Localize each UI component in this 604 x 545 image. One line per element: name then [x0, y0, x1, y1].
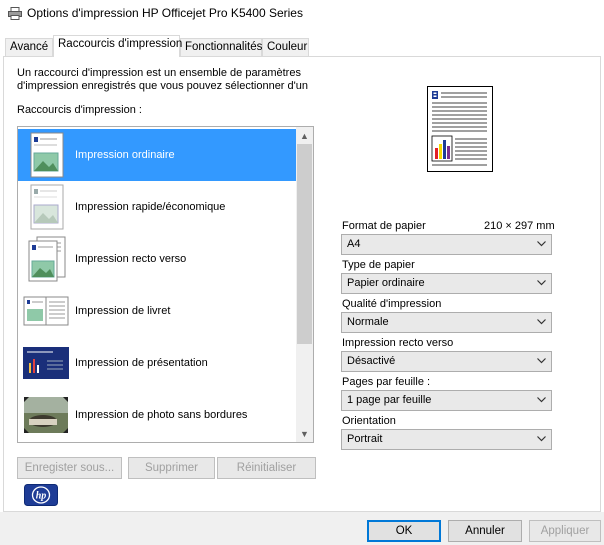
print-quality-select[interactable]: Normale: [341, 312, 552, 333]
list-item-borderless-photo-print[interactable]: Impression de photo sans bordures: [18, 389, 296, 441]
apply-button[interactable]: Appliquer: [529, 520, 601, 542]
pages-per-sheet-select[interactable]: 1 page par feuille: [341, 390, 552, 411]
list-item-booklet-print[interactable]: Impression de livret: [18, 285, 296, 337]
document-image-icon: [30, 184, 64, 230]
tab-advanced[interactable]: Avancé: [5, 38, 53, 57]
shortcuts-list[interactable]: Impression ordinaire Impression rapide/é…: [17, 126, 314, 443]
presentation-icon: [23, 347, 69, 379]
orientation-label: Orientation: [342, 415, 396, 427]
list-item-fast-economical-print[interactable]: Impression rapide/économique: [18, 181, 296, 233]
tab-features[interactable]: Fonctionnalités: [180, 38, 262, 57]
pages-per-sheet-label: Pages par feuille :: [342, 376, 431, 388]
paper-type-select[interactable]: Papier ordinaire: [341, 273, 552, 294]
list-item-label: Impression rapide/économique: [75, 201, 226, 213]
list-item-label: Impression de livret: [75, 305, 171, 317]
chevron-down-icon: [537, 241, 546, 247]
paper-dimensions: 210 × 297 mm: [484, 220, 555, 232]
pages-per-sheet-value: 1 page par feuille: [347, 394, 432, 406]
ok-button[interactable]: OK: [367, 520, 441, 542]
duplex-label: Impression recto verso: [342, 337, 454, 349]
list-item-label: Impression de présentation: [75, 357, 208, 369]
chevron-down-icon: [537, 397, 546, 403]
save-as-button[interactable]: Enregister sous...: [17, 457, 122, 479]
list-scrollbar[interactable]: ▲ ▼: [296, 127, 313, 442]
paper-size-value: A4: [347, 238, 361, 250]
tab-print-shortcuts[interactable]: Raccourcis d'impression: [53, 35, 182, 57]
delete-button[interactable]: Supprimer: [128, 457, 215, 479]
list-item-ordinary-print[interactable]: Impression ordinaire: [18, 129, 296, 181]
list-item-label: Impression de photo sans bordures: [75, 409, 248, 421]
scroll-up-icon[interactable]: ▲: [296, 127, 313, 144]
paper-type-value: Papier ordinaire: [347, 277, 425, 289]
print-quality-value: Normale: [347, 316, 389, 328]
chevron-down-icon: [537, 436, 546, 442]
list-item-label: Impression ordinaire: [75, 149, 175, 161]
window-title: Options d'impression HP Officejet Pro K5…: [27, 6, 303, 20]
booklet-icon: [23, 296, 69, 326]
orientation-select[interactable]: Portrait: [341, 429, 552, 450]
paper-size-select[interactable]: A4: [341, 234, 552, 255]
title-bar: Options d'impression HP Officejet Pro K5…: [0, 0, 604, 28]
scroll-thumb[interactable]: [297, 144, 312, 344]
shortcuts-description: Un raccourci d'impression est un ensembl…: [17, 67, 317, 93]
list-item-duplex-print[interactable]: Impression recto verso: [18, 233, 296, 285]
chevron-down-icon: [537, 280, 546, 286]
scroll-down-icon[interactable]: ▼: [296, 425, 313, 442]
paper-size-label: Format de papier: [342, 220, 426, 232]
list-item-label: Impression recto verso: [75, 253, 187, 265]
list-item-presentation-print[interactable]: Impression de présentation: [18, 337, 296, 389]
duplex-value: Désactivé: [347, 355, 396, 367]
reset-button[interactable]: Réinitialiser: [217, 457, 316, 479]
page-preview-icon: [427, 86, 493, 172]
tab-color[interactable]: Couleur: [262, 38, 309, 57]
description-line: d'impression enregistrés que vous pouvez…: [17, 80, 308, 92]
document-image-icon: [30, 132, 64, 178]
chevron-down-icon: [537, 358, 546, 364]
printer-icon: [8, 7, 22, 20]
duplex-document-icon: [28, 236, 66, 282]
duplex-select[interactable]: Désactivé: [341, 351, 552, 372]
print-quality-label: Qualité d'impression: [342, 298, 442, 310]
description-line: Un raccourci d'impression est un ensembl…: [17, 67, 301, 79]
svg-text:hp: hp: [36, 491, 47, 502]
photo-icon: [24, 397, 68, 433]
chevron-down-icon: [537, 319, 546, 325]
shortcuts-list-label: Raccourcis d'impression :: [17, 104, 142, 116]
paper-type-label: Type de papier: [342, 259, 415, 271]
hp-logo: hp: [24, 484, 58, 506]
cancel-button[interactable]: Annuler: [448, 520, 522, 542]
tab-strip: Avancé Raccourcis d'impression Fonctionn…: [0, 35, 604, 57]
orientation-value: Portrait: [347, 433, 383, 445]
